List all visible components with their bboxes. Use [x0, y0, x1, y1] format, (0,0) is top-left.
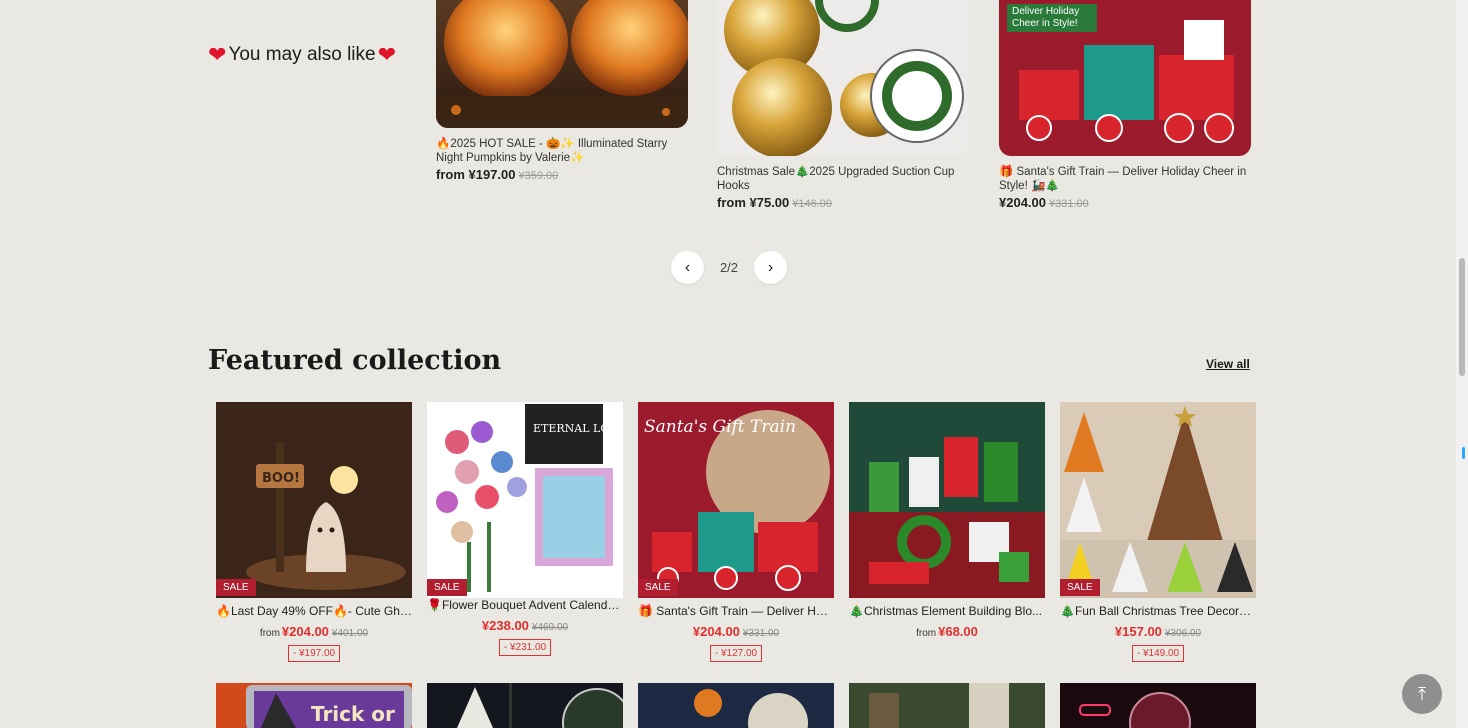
carousel-pager: ‹ 2/2 ›: [671, 251, 787, 284]
product-name[interactable]: 🎄Christmas Element Building Blo...: [849, 604, 1045, 618]
product-image[interactable]: ETERNAL LOVE SALE: [427, 402, 623, 598]
wind-chime-image: [849, 683, 1045, 728]
heart-icon: ❤: [377, 42, 397, 67]
moon-pumpkin-image: [694, 689, 808, 728]
price-current: ¥204.00: [692, 624, 740, 639]
snow-globe-tree-image: [457, 683, 623, 728]
product-image[interactable]: [638, 683, 834, 728]
from-label: from: [916, 628, 937, 639]
product-name[interactable]: 🎄Fun Ball Christmas Tree Decorat...: [1060, 604, 1256, 618]
trick-or-treat-image: Trick or: [246, 685, 412, 728]
product-image[interactable]: [1060, 683, 1256, 728]
sign-text: BOO!: [262, 471, 300, 486]
price-current: ¥157.00: [1114, 624, 1162, 639]
arrow-up-icon[interactable]: ⤒: [1402, 674, 1442, 714]
scrollbar-thumb[interactable]: [1459, 258, 1465, 376]
product-card[interactable]: ETERNAL LOVE SALE 🌹Flower Bouquet Advent…: [427, 402, 623, 656]
price-old: ¥401.00: [331, 628, 369, 639]
recommend-price: ¥204.00 ¥331.00: [999, 195, 1251, 210]
product-image[interactable]: BOO! SALE: [216, 402, 412, 598]
recommend-item[interactable]: Christmas Sale🎄2025 Upgraded Suction Cup…: [717, 0, 969, 210]
price-current: ¥68.00: [938, 624, 978, 639]
product-name[interactable]: 🎁 Santa's Gift Train — Deliver Holi...: [638, 604, 834, 618]
santa-train-image: Santa's Gift Train: [644, 410, 830, 591]
product-image[interactable]: [849, 683, 1045, 728]
neon-globe-image: [1079, 692, 1191, 728]
price-current: ¥204.00: [281, 624, 329, 639]
recommend-price: from ¥197.00 ¥359.00: [436, 167, 688, 182]
page-scrollbar[interactable]: [1456, 0, 1468, 728]
sale-badge: SALE: [638, 579, 678, 596]
price-current: ¥238.00: [481, 618, 529, 633]
product-price: ¥157.00 ¥306.00: [1060, 624, 1256, 639]
product-image[interactable]: [717, 0, 969, 156]
ball-christmas-tree-image: [1060, 406, 1256, 598]
image-title-text: Santa's Gift Train: [644, 417, 796, 437]
sale-badge: SALE: [216, 579, 256, 596]
product-card[interactable]: 🎄Christmas Element Building Blo... from ¥…: [849, 402, 1045, 639]
discount-badge: - ¥231.00: [498, 639, 552, 656]
you-may-also-like-heading: ❤ You may also like ❤: [208, 44, 396, 66]
product-image[interactable]: Santa's Gift Train SALE: [638, 402, 834, 598]
view-all-link[interactable]: View all: [1206, 357, 1250, 371]
page-count: 2/2: [719, 260, 739, 275]
price-current: from ¥197.00: [436, 167, 516, 182]
suction-hooks-image: [717, 0, 969, 156]
box-text: ETERNAL LOVE: [533, 422, 623, 435]
section-title: Featured collection: [208, 345, 502, 376]
product-image[interactable]: SALE: [1060, 402, 1256, 598]
discount-badge: - ¥197.00: [287, 645, 341, 662]
ghost-lamp-image: BOO!: [216, 402, 412, 598]
recommend-item[interactable]: 🔥2025 HOT SALE - 🎃✨ Illuminated Starry N…: [436, 0, 688, 182]
heart-icon: ❤: [208, 42, 227, 67]
recommend-price: from ¥75.00 ¥146.00: [717, 195, 969, 210]
you-may-also-like-label: You may also like: [228, 44, 376, 65]
image-caption: Deliver Holiday Cheer in Style!: [1007, 4, 1097, 32]
price-old: ¥146.00: [792, 198, 833, 210]
product-price: ¥238.00 ¥469.00: [427, 618, 623, 633]
product-image[interactable]: [436, 0, 688, 128]
discount-badge: - ¥149.00: [1131, 645, 1185, 662]
product-price: from ¥204.00 ¥401.00: [216, 624, 412, 639]
recommend-item[interactable]: Deliver Holiday Cheer in Style! 🎁 Santa'…: [999, 0, 1251, 210]
product-image[interactable]: Deliver Holiday Cheer in Style!: [999, 0, 1251, 156]
product-card[interactable]: SALE 🎄Fun Ball Christmas Tree Decorat...…: [1060, 402, 1256, 662]
flower-bouquet-image: ETERNAL LOVE: [427, 402, 623, 598]
scroll-indicator: [1462, 447, 1465, 459]
product-image[interactable]: Trick or: [216, 683, 412, 728]
recommend-title[interactable]: 🔥2025 HOT SALE - 🎃✨ Illuminated Starry N…: [436, 137, 688, 165]
price-current: ¥204.00: [999, 195, 1046, 210]
recommend-title[interactable]: 🎁 Santa's Gift Train — Deliver Holiday C…: [999, 165, 1251, 193]
price-old: ¥306.00: [1164, 628, 1202, 639]
price-old: ¥331.00: [742, 628, 780, 639]
product-card[interactable]: BOO! SALE 🔥Last Day 49% OFF🔥- Cute Ghos.…: [216, 402, 412, 662]
chevron-left-icon[interactable]: ‹: [671, 251, 704, 284]
sale-badge: SALE: [1060, 579, 1100, 596]
product-price: from ¥68.00: [849, 624, 1045, 639]
product-image[interactable]: [849, 402, 1045, 598]
price-current: from ¥75.00: [717, 195, 790, 210]
discount-badge: - ¥127.00: [709, 645, 763, 662]
chevron-right-icon[interactable]: ›: [754, 251, 787, 284]
price-old: ¥359.00: [518, 170, 559, 182]
product-name[interactable]: 🔥Last Day 49% OFF🔥- Cute Ghos...: [216, 604, 412, 618]
price-old: ¥331.00: [1049, 198, 1089, 210]
price-old: ¥469.00: [531, 622, 569, 633]
from-label: from: [259, 628, 280, 639]
product-image[interactable]: [427, 683, 623, 728]
recommend-title[interactable]: Christmas Sale🎄2025 Upgraded Suction Cup…: [717, 165, 969, 193]
product-name[interactable]: 🌹Flower Bouquet Advent Calenda...: [427, 598, 623, 612]
product-card[interactable]: Santa's Gift Train SALE 🎁 Santa's Gift T…: [638, 402, 834, 662]
product-price: ¥204.00 ¥331.00: [638, 624, 834, 639]
sale-badge: SALE: [427, 579, 467, 596]
building-blocks-image: [849, 437, 1045, 598]
image-text: Trick or: [311, 702, 395, 726]
pumpkin-image: [436, 0, 688, 128]
